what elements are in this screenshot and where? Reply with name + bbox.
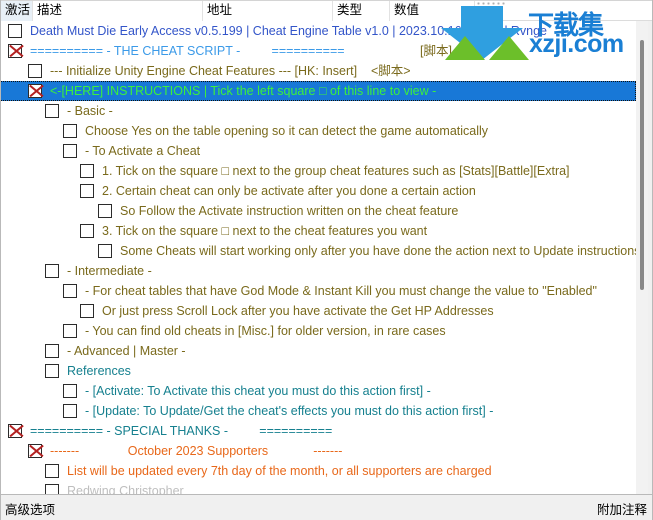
table-row[interactable]: - Advanced | Master - <box>0 341 636 361</box>
row-description: ========== - THE CHEAT SCRIPT - ========… <box>30 44 345 58</box>
cheat-engine-table-window: 激活 描述 地址 类型 数值 Death Must Die Early Access v… <box>0 0 653 520</box>
row-type: [脚本] <box>420 44 452 58</box>
row-activate-checkbox[interactable] <box>63 324 77 338</box>
cheat-table-list[interactable]: Death Must Die Early Access v0.5.199 | C… <box>0 21 636 494</box>
row-description: So Follow the Activate instruction writt… <box>120 204 459 218</box>
row-activate-checkbox[interactable] <box>98 204 112 218</box>
row-description: 1. Tick on the square □ next to the grou… <box>102 164 570 178</box>
table-row[interactable]: So Follow the Activate instruction writt… <box>0 201 636 221</box>
vertical-scrollbar[interactable] <box>636 21 648 494</box>
row-activate-checkbox[interactable] <box>63 124 77 138</box>
table-row[interactable]: Death Must Die Early Access v0.5.199 | C… <box>0 21 636 41</box>
row-description: List will be updated every 7th day of th… <box>67 464 492 478</box>
table-row[interactable]: - To Activate a Cheat <box>0 141 636 161</box>
table-row[interactable]: - Basic - <box>0 101 636 121</box>
window-top-edge <box>0 0 653 1</box>
row-activate-checkbox[interactable] <box>8 24 22 38</box>
row-description: - You can find old cheats in [Misc.] for… <box>85 324 446 338</box>
row-description: <-[HERE] INSTRUCTIONS | Tick the left sq… <box>50 84 437 98</box>
row-description: - Intermediate - <box>67 264 152 278</box>
status-bar: 高级选项 附加注释 <box>0 494 653 520</box>
table-row[interactable]: 1. Tick on the square □ next to the grou… <box>0 161 636 181</box>
table-row[interactable]: References <box>0 361 636 381</box>
table-row[interactable]: List will be updated every 7th day of th… <box>0 461 636 481</box>
advanced-options-link[interactable]: 高级选项 <box>5 499 55 518</box>
table-row[interactable]: - Intermediate - <box>0 261 636 281</box>
row-description: Choose Yes on the table opening so it ca… <box>85 124 489 138</box>
table-row[interactable]: ========== - SPECIAL THANKS - ========== <box>0 421 636 441</box>
vertical-scrollbar-thumb[interactable] <box>640 40 644 290</box>
table-row[interactable]: 2. Certain cheat can only be activate af… <box>0 181 636 201</box>
table-row[interactable]: --- Initialize Unity Engine Cheat Featur… <box>0 61 636 81</box>
row-description: Or just press Scroll Lock after you have… <box>102 304 494 318</box>
table-row[interactable]: - [Update: To Update/Get the cheat's eff… <box>0 401 636 421</box>
window-left-edge <box>0 0 1 520</box>
row-activate-checkbox[interactable] <box>63 384 77 398</box>
table-row[interactable]: Some Cheats will start working only afte… <box>0 241 636 261</box>
row-activate-checkbox[interactable] <box>45 464 59 478</box>
row-activate-checkbox[interactable] <box>80 224 94 238</box>
row-activate-checkbox[interactable] <box>28 64 42 78</box>
table-row[interactable]: <-[HERE] INSTRUCTIONS | Tick the left sq… <box>0 81 636 101</box>
row-activate-checkbox[interactable] <box>63 404 77 418</box>
table-row[interactable]: Choose Yes on the table opening so it ca… <box>0 121 636 141</box>
row-activate-checkbox[interactable] <box>45 104 59 118</box>
row-activate-checkbox[interactable] <box>28 84 42 98</box>
row-activate-checkbox[interactable] <box>80 164 94 178</box>
row-activate-checkbox[interactable] <box>80 184 94 198</box>
resize-grip-icon <box>477 2 507 7</box>
additional-notes-link[interactable]: 附加注释 <box>597 499 647 518</box>
table-row[interactable]: - For cheat tables that have God Mode & … <box>0 281 636 301</box>
column-header-0[interactable]: 激活 <box>1 0 33 21</box>
row-description: --- Initialize Unity Engine Cheat Featur… <box>50 64 411 78</box>
column-header-2[interactable]: 地址 <box>203 0 333 21</box>
row-description: - [Activate: To Activate this cheat you … <box>85 384 431 398</box>
row-description: - Basic - <box>67 104 113 118</box>
row-activate-checkbox[interactable] <box>63 144 77 158</box>
table-row[interactable]: Redwing Christopher <box>0 481 636 494</box>
row-description: Death Must Die Early Access v0.5.199 | C… <box>30 24 547 38</box>
row-description: ------- October 2023 Supporters ------- <box>50 444 343 458</box>
row-description: Redwing Christopher <box>67 484 184 494</box>
table-row[interactable]: Or just press Scroll Lock after you have… <box>0 301 636 321</box>
row-activate-checkbox[interactable] <box>45 364 59 378</box>
row-description: - To Activate a Cheat <box>85 144 201 158</box>
table-row[interactable]: ========== - THE CHEAT SCRIPT - ========… <box>0 41 636 61</box>
row-description: Some Cheats will start working only afte… <box>120 244 636 258</box>
row-description: ========== - SPECIAL THANKS - ========== <box>30 424 333 438</box>
row-description: 3. Tick on the square □ next to the chea… <box>102 224 428 238</box>
row-activate-checkbox[interactable] <box>45 484 59 494</box>
row-activate-checkbox[interactable] <box>45 344 59 358</box>
table-row[interactable]: ------- October 2023 Supporters ------- <box>0 441 636 461</box>
row-activate-checkbox[interactable] <box>63 284 77 298</box>
column-header-4[interactable]: 数值 <box>390 0 475 21</box>
row-activate-checkbox[interactable] <box>28 444 42 458</box>
row-activate-checkbox[interactable] <box>80 304 94 318</box>
column-header-1[interactable]: 描述 <box>33 0 203 21</box>
row-description: References <box>67 364 131 378</box>
row-description: - Advanced | Master - <box>67 344 186 358</box>
row-description: - [Update: To Update/Get the cheat's eff… <box>85 404 494 418</box>
table-row[interactable]: - [Activate: To Activate this cheat you … <box>0 381 636 401</box>
row-description: - For cheat tables that have God Mode & … <box>85 284 597 298</box>
table-row[interactable]: - You can find old cheats in [Misc.] for… <box>0 321 636 341</box>
column-header-3[interactable]: 类型 <box>333 0 390 21</box>
table-column-header: 激活 描述 地址 类型 数值 <box>0 0 653 21</box>
row-activate-checkbox[interactable] <box>98 244 112 258</box>
row-activate-checkbox[interactable] <box>8 44 22 58</box>
row-activate-checkbox[interactable] <box>8 424 22 438</box>
row-description: 2. Certain cheat can only be activate af… <box>102 184 476 198</box>
table-row[interactable]: 3. Tick on the square □ next to the chea… <box>0 221 636 241</box>
row-activate-checkbox[interactable] <box>45 264 59 278</box>
